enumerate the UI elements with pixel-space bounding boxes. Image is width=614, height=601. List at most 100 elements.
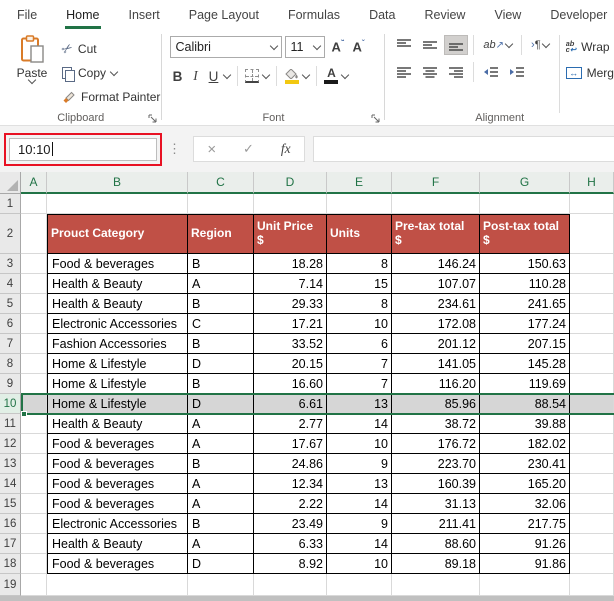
cell-F9[interactable]: 116.20 <box>392 374 480 394</box>
cell-A2[interactable] <box>21 214 47 254</box>
increase-indent-button[interactable] <box>505 62 529 82</box>
borders-button[interactable] <box>245 69 260 83</box>
cell-B12[interactable]: Food & beverages <box>47 434 188 454</box>
tab-insert[interactable]: Insert <box>128 2 161 29</box>
column-header-h[interactable]: H <box>570 172 614 194</box>
cell-E3[interactable]: 8 <box>327 254 392 274</box>
cell-A18[interactable] <box>21 554 47 574</box>
cell-H19[interactable] <box>570 574 614 596</box>
cell-D14[interactable]: 12.34 <box>254 474 327 494</box>
font-size-combobox[interactable]: 11 <box>285 36 326 58</box>
cell-F4[interactable]: 107.07 <box>392 274 480 294</box>
cell-H9[interactable] <box>570 374 614 394</box>
cell-G4[interactable]: 110.28 <box>480 274 570 294</box>
cell-F5[interactable]: 234.61 <box>392 294 480 314</box>
cell-G17[interactable]: 91.26 <box>480 534 570 554</box>
fill-color-dropdown-chevron[interactable] <box>302 70 311 79</box>
cell-D8[interactable]: 20.15 <box>254 354 327 374</box>
cell-B11[interactable]: Health & Beauty <box>47 414 188 434</box>
row-header-10[interactable]: 10 <box>0 394 21 414</box>
cell-A17[interactable] <box>21 534 47 554</box>
row-header-18[interactable]: 18 <box>0 554 21 574</box>
orientation-button[interactable]: ab↗ <box>479 36 516 54</box>
cell-C2[interactable]: Region <box>188 214 254 254</box>
column-header-d[interactable]: D <box>254 172 327 194</box>
cell-D7[interactable]: 33.52 <box>254 334 327 354</box>
cell-C8[interactable]: D <box>188 354 254 374</box>
cell-D10[interactable]: 6.61 <box>254 394 327 414</box>
cell-A1[interactable] <box>21 194 47 214</box>
cell-D16[interactable]: 23.49 <box>254 514 327 534</box>
cell-G7[interactable]: 207.15 <box>480 334 570 354</box>
cell-B4[interactable]: Health & Beauty <box>47 274 188 294</box>
cell-H17[interactable] <box>570 534 614 554</box>
tab-review[interactable]: Review <box>423 2 466 29</box>
tab-home[interactable]: Home <box>65 2 101 29</box>
cell-B16[interactable]: Electronic Accessories <box>47 514 188 534</box>
cell-E13[interactable]: 9 <box>327 454 392 474</box>
cell-F14[interactable]: 160.39 <box>392 474 480 494</box>
cell-C11[interactable]: A <box>188 414 254 434</box>
cell-G15[interactable]: 32.06 <box>480 494 570 514</box>
row-header-2[interactable]: 2 <box>0 214 21 254</box>
select-all-corner[interactable] <box>0 172 21 194</box>
cell-H1[interactable] <box>570 194 614 214</box>
name-box[interactable]: 10:10 <box>9 137 157 161</box>
cell-C3[interactable]: B <box>188 254 254 274</box>
cell-H16[interactable] <box>570 514 614 534</box>
decrease-font-size-button[interactable]: Aˇ <box>350 39 368 54</box>
column-header-c[interactable]: C <box>188 172 254 194</box>
merge-center-button[interactable]: ↔ Merg <box>565 63 614 83</box>
cell-A4[interactable] <box>21 274 47 294</box>
cell-B3[interactable]: Food & beverages <box>47 254 188 274</box>
cell-B19[interactable] <box>47 574 188 596</box>
row-header-11[interactable]: 11 <box>0 414 21 434</box>
cell-G18[interactable]: 91.86 <box>480 554 570 574</box>
cell-B2[interactable]: Prouct Category <box>47 214 188 254</box>
cell-F8[interactable]: 141.05 <box>392 354 480 374</box>
row-header-4[interactable]: 4 <box>0 274 21 294</box>
cell-E5[interactable]: 8 <box>327 294 392 314</box>
borders-dropdown-chevron[interactable] <box>262 70 271 79</box>
cut-button[interactable]: ✂ Cut <box>58 39 160 59</box>
row-header-1[interactable]: 1 <box>0 194 21 214</box>
cell-C14[interactable]: A <box>188 474 254 494</box>
cell-B9[interactable]: Home & Lifestyle <box>47 374 188 394</box>
cell-A8[interactable] <box>21 354 47 374</box>
cell-B1[interactable] <box>47 194 188 214</box>
cell-G2[interactable]: Post-tax total $ <box>480 214 570 254</box>
align-right-button[interactable] <box>444 62 468 82</box>
cell-H18[interactable] <box>570 554 614 574</box>
row-header-13[interactable]: 13 <box>0 454 21 474</box>
fill-color-button[interactable] <box>284 68 299 84</box>
cell-C15[interactable]: A <box>188 494 254 514</box>
cell-E19[interactable] <box>327 574 392 596</box>
cell-A11[interactable] <box>21 414 47 434</box>
cell-G8[interactable]: 145.28 <box>480 354 570 374</box>
row-header-7[interactable]: 7 <box>0 334 21 354</box>
row-header-8[interactable]: 8 <box>0 354 21 374</box>
tab-developer[interactable]: Developer <box>549 2 608 29</box>
cell-D15[interactable]: 2.22 <box>254 494 327 514</box>
row-header-12[interactable]: 12 <box>0 434 21 454</box>
cell-C17[interactable]: A <box>188 534 254 554</box>
cell-A6[interactable] <box>21 314 47 334</box>
cell-E12[interactable]: 10 <box>327 434 392 454</box>
cell-D11[interactable]: 2.77 <box>254 414 327 434</box>
cell-C16[interactable]: B <box>188 514 254 534</box>
cell-B14[interactable]: Food & beverages <box>47 474 188 494</box>
cell-F3[interactable]: 146.24 <box>392 254 480 274</box>
column-header-g[interactable]: G <box>480 172 570 194</box>
cell-E10[interactable]: 13 <box>327 394 392 414</box>
fill-handle[interactable] <box>21 411 27 417</box>
cell-F18[interactable]: 89.18 <box>392 554 480 574</box>
cell-H3[interactable] <box>570 254 614 274</box>
cell-E17[interactable]: 14 <box>327 534 392 554</box>
cell-E2[interactable]: Units <box>327 214 392 254</box>
cell-B18[interactable]: Food & beverages <box>47 554 188 574</box>
cell-D17[interactable]: 6.33 <box>254 534 327 554</box>
bold-button[interactable]: B <box>170 69 184 84</box>
cell-G12[interactable]: 182.02 <box>480 434 570 454</box>
cancel-icon[interactable]: × <box>207 141 216 158</box>
cell-C10[interactable]: D <box>188 394 254 414</box>
